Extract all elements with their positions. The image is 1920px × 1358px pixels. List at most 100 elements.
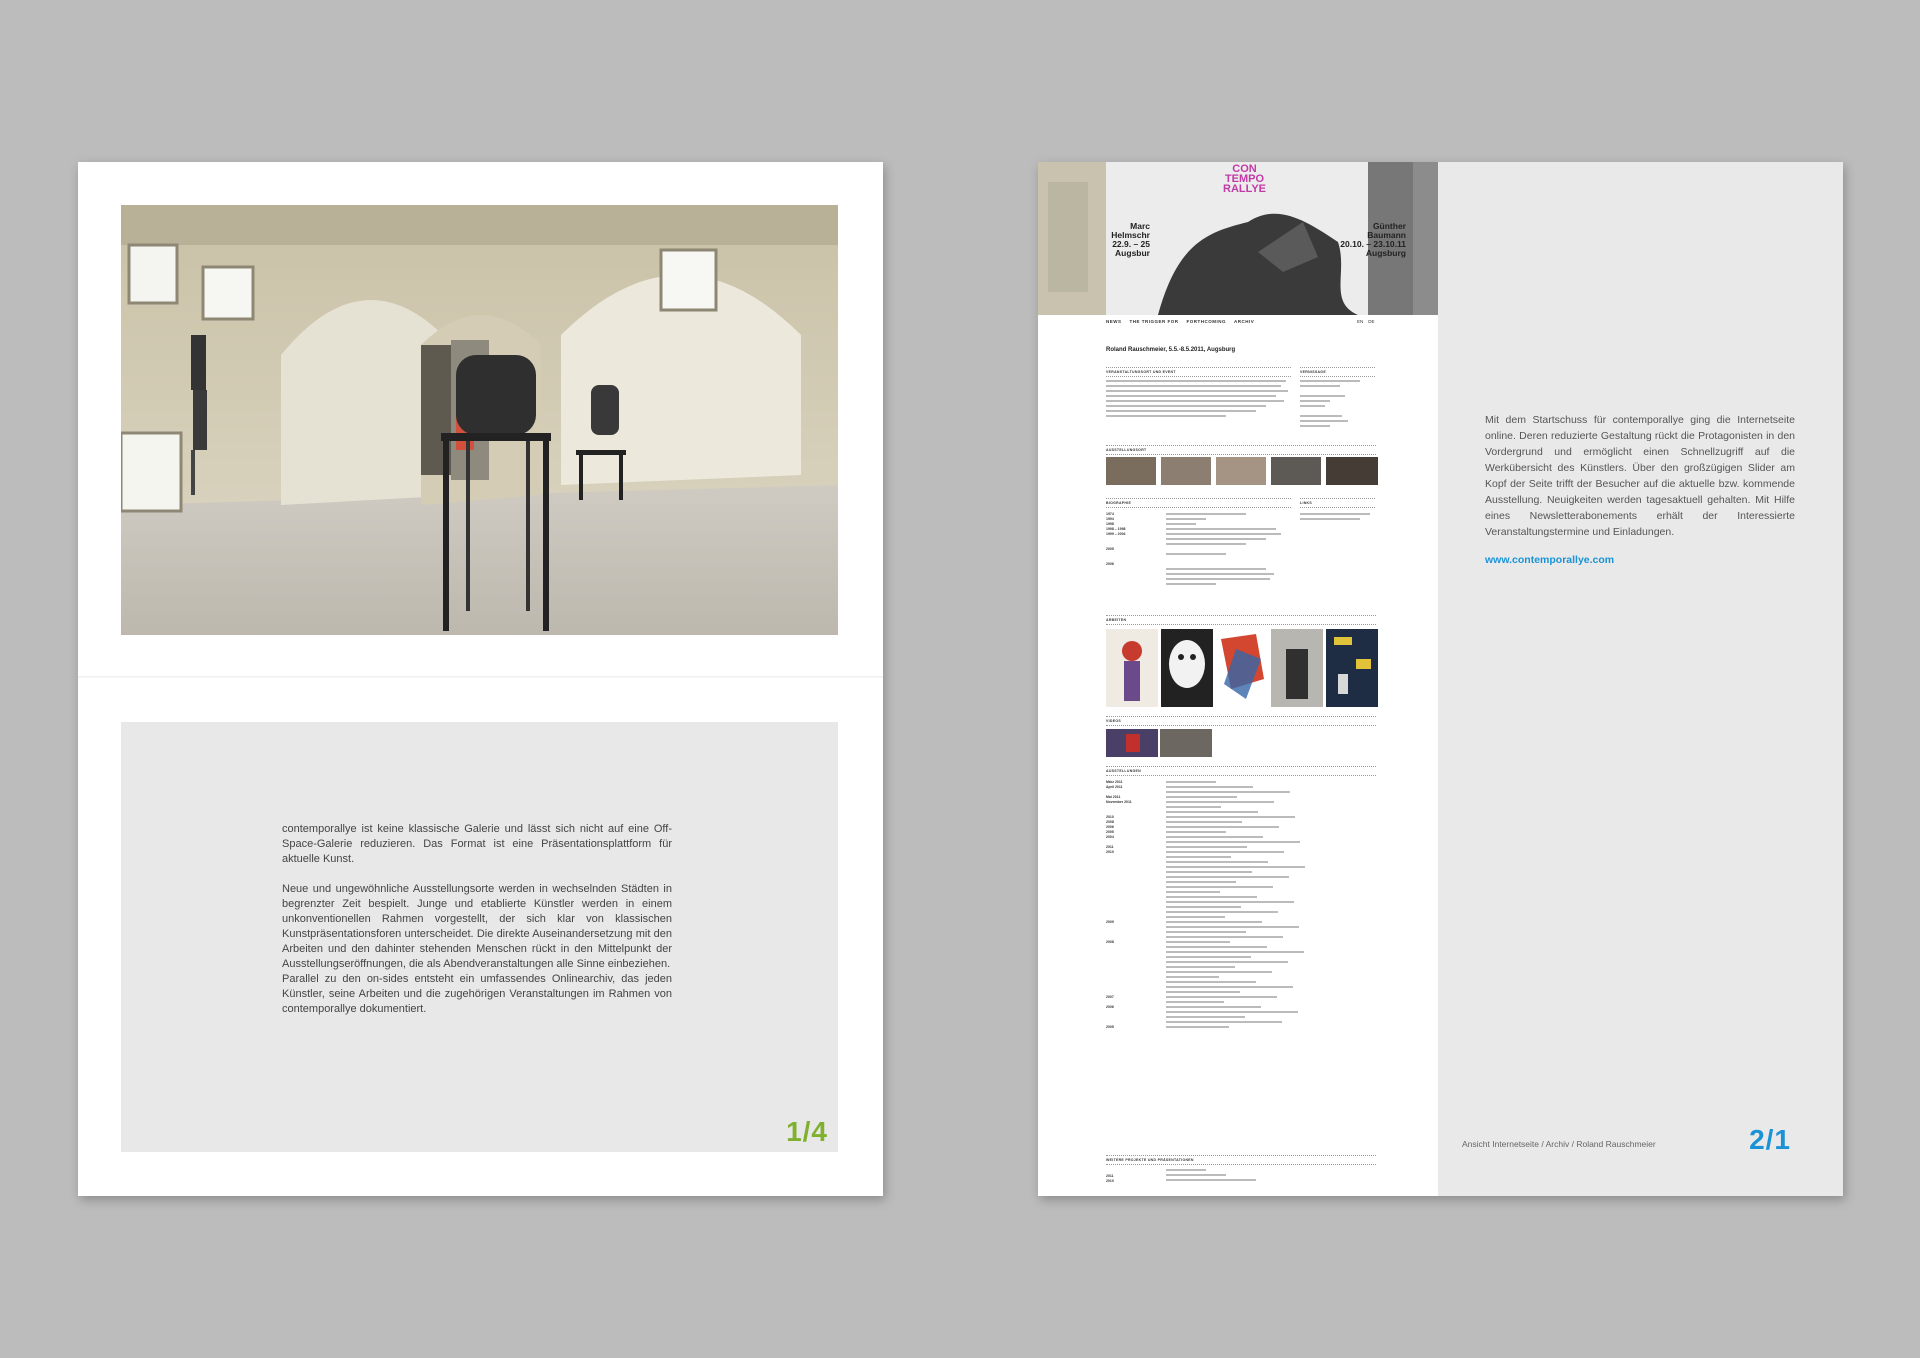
- text-line: [1166, 1001, 1224, 1003]
- paragraph-3: Parallel zu den on-sides entsteht ein um…: [282, 973, 672, 1015]
- paragraph-1: contemporallye ist keine klassische Gale…: [282, 823, 672, 865]
- divider: [1300, 376, 1375, 377]
- lang-de[interactable]: DE: [1368, 319, 1374, 324]
- text-line: [1166, 941, 1230, 943]
- video-thumbnails[interactable]: [1106, 729, 1216, 759]
- divider: [1106, 454, 1376, 455]
- section-event: VERANSTALTUNGSORT UND EVENT: [1106, 370, 1176, 374]
- exhibition-years: März 2011 April 2011 Mai 2011 November 2011…: [1106, 780, 1156, 1030]
- website-logo[interactable]: CON TEMPO RALLYE: [1223, 164, 1266, 195]
- page-fold: [78, 676, 883, 678]
- website-screenshot: CON TEMPO RALLYE Marc Helmschr 22.9. – 2…: [1038, 162, 1438, 1196]
- left-page: contemporallye ist keine klassische Gale…: [78, 162, 883, 1196]
- text-line: [1166, 876, 1289, 878]
- text-line: [1166, 966, 1235, 968]
- text-panel: contemporallye ist keine klassische Gale…: [121, 722, 838, 1152]
- language-switch: EN DE: [1357, 319, 1375, 324]
- text-line: [1166, 791, 1290, 793]
- divider: [1106, 498, 1291, 499]
- divider: [1106, 1164, 1376, 1165]
- page-number: 2/1: [1749, 1124, 1791, 1155]
- text-line: [1166, 891, 1220, 893]
- banner-artist-right[interactable]: Günther Baumann 20.10. – 23.10.11 Augsbu…: [1328, 222, 1406, 258]
- text-line: [1166, 801, 1274, 803]
- exhibition-year: 2005: [1106, 1025, 1114, 1029]
- section-videos: VIDEOS: [1106, 719, 1122, 723]
- text-line: [1166, 861, 1268, 863]
- paragraph-2: Neue und ungewöhnliche Ausstellungsorte …: [282, 883, 672, 970]
- text-line: [1166, 811, 1258, 813]
- text-line: [1166, 856, 1231, 858]
- text-line: [1166, 851, 1284, 853]
- text-line: [1166, 786, 1253, 788]
- text-line: [1166, 1026, 1229, 1028]
- divider: [1300, 367, 1375, 368]
- divider: [1300, 498, 1375, 499]
- text-line: [1166, 806, 1221, 808]
- text-line: [1166, 976, 1219, 978]
- bio-year: 2006: [1106, 562, 1114, 566]
- text-line: [1166, 896, 1257, 898]
- text-line: [1166, 911, 1278, 913]
- text-line: [1166, 981, 1256, 983]
- website-link[interactable]: www.contemporallye.com: [1485, 554, 1614, 566]
- divider: [1106, 615, 1376, 616]
- page-number: 1/4: [786, 1116, 828, 1147]
- nav-item-forthcoming[interactable]: FORTHCOMING: [1187, 319, 1227, 324]
- text-line: [1166, 1006, 1261, 1008]
- text-line: [1166, 991, 1240, 993]
- text-line: [1166, 906, 1241, 908]
- lang-en[interactable]: EN: [1357, 319, 1363, 324]
- section-works: ARBEITEN: [1106, 618, 1127, 622]
- text-line: [1166, 961, 1288, 963]
- nav-item-archiv[interactable]: ARCHIV: [1234, 319, 1254, 324]
- text-line: [1166, 996, 1277, 998]
- text-line: [1166, 1021, 1282, 1023]
- divider: [1106, 367, 1291, 368]
- text-line: [1166, 951, 1304, 953]
- text-line: [1166, 901, 1294, 903]
- text-line: [1166, 866, 1305, 868]
- logo-line: RALLYE: [1223, 183, 1266, 195]
- divider: [1300, 507, 1375, 508]
- divider: [1106, 1155, 1376, 1156]
- text-line: [1166, 781, 1216, 783]
- nav-item-news[interactable]: NEWS: [1106, 319, 1122, 324]
- nav-item-trigger[interactable]: THE TRIGGER FOR: [1130, 319, 1179, 324]
- banner-line: Augsbur: [1115, 248, 1150, 258]
- further-year: 2010: [1106, 1179, 1114, 1183]
- text-line: [1166, 921, 1262, 923]
- divider: [1106, 507, 1291, 508]
- text-line: [1166, 936, 1283, 938]
- website-description: Mit dem Startschuss für contemporallye g…: [1485, 414, 1795, 538]
- text-line: [1166, 831, 1226, 833]
- section-biography: BIOGRAPHIE: [1106, 501, 1132, 505]
- figure-caption: Ansicht Internetseite / Archiv / Roland …: [1462, 1139, 1656, 1149]
- text-line: [1166, 971, 1272, 973]
- divider: [1106, 445, 1376, 446]
- text-line: [1166, 931, 1246, 933]
- works-thumbnails[interactable]: [1106, 629, 1381, 709]
- text-line: [1166, 946, 1267, 948]
- section-further: WEITERE PROJEKTE UND PRÄSENTATIONEN: [1106, 1158, 1194, 1162]
- bio-years: 1974 1994 1998 1998 – 1998 1999 – 2004 2…: [1106, 512, 1156, 567]
- section-links: LINKS: [1300, 501, 1312, 505]
- divider: [1106, 725, 1376, 726]
- intro-text: contemporallye ist keine klassische Gale…: [282, 822, 672, 1032]
- further-years: 2011 2010: [1106, 1174, 1114, 1184]
- text-line: [1166, 1016, 1245, 1018]
- divider: [1106, 716, 1376, 717]
- text-line: [1166, 926, 1299, 928]
- divider: [1106, 624, 1376, 625]
- text-line: [1166, 816, 1295, 818]
- text-line: [1166, 986, 1293, 988]
- text-line: [1166, 881, 1236, 883]
- text-line: [1166, 916, 1225, 918]
- divider: [1106, 766, 1376, 767]
- text-line: [1166, 846, 1247, 848]
- exhibition-thumbnails[interactable]: [1106, 457, 1378, 487]
- event-text-lines: [1106, 380, 1360, 427]
- banner-artist-left[interactable]: Marc Helmschr 22.9. – 25 Augsbur: [1060, 222, 1150, 258]
- website-nav: NEWS THE TRIGGER FOR FORTHCOMING ARCHIV: [1106, 319, 1254, 324]
- gallery-photo: [121, 205, 838, 635]
